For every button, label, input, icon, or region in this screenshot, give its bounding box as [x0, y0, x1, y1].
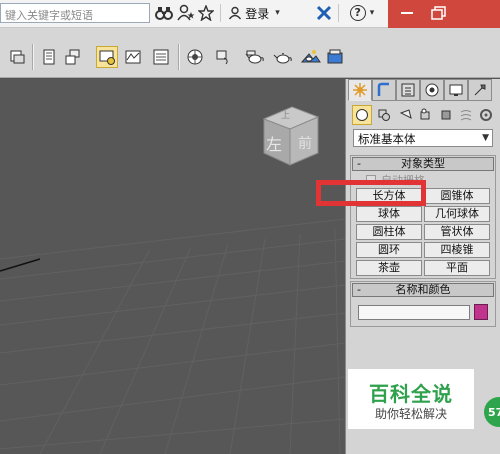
display-tab[interactable] [444, 79, 468, 101]
chevron-down-icon: ▾ [275, 8, 280, 18]
separator [178, 44, 180, 70]
modify-tab[interactable] [372, 79, 396, 101]
watermark-subtitle: 助你轻松解决 [374, 407, 447, 421]
main-toolbar [0, 28, 500, 78]
star-icon[interactable] [196, 3, 216, 23]
search-input[interactable]: 键入关键字或短语 [0, 3, 150, 23]
curve-editor-icon[interactable] [38, 46, 60, 68]
separator [338, 4, 339, 22]
collapse-icon: - [357, 283, 361, 296]
collapse-icon: - [357, 157, 361, 170]
separator [32, 44, 34, 70]
primitive-type-value: 标准基本体 [358, 132, 416, 146]
window-controls [388, 0, 500, 28]
create-tab[interactable] [348, 79, 372, 101]
geometry-icon[interactable] [352, 105, 372, 125]
object-type-header[interactable]: - 对象类型 [352, 157, 494, 171]
object-name-field[interactable] [358, 305, 470, 320]
minimize-icon[interactable] [396, 4, 418, 22]
login-label: 登录 [245, 6, 270, 21]
pyramid-button[interactable]: 四棱锥 [424, 242, 490, 258]
watermark-logo: 百科全说 助你轻松解决 [348, 369, 474, 429]
object-color-swatch[interactable] [474, 304, 488, 320]
systems-icon[interactable] [476, 105, 496, 125]
watermark-title: 百科全说 [369, 382, 453, 406]
space-warps-icon[interactable] [456, 105, 476, 125]
help-icon: ? [349, 5, 366, 21]
shapes-icon[interactable] [374, 105, 394, 125]
lights-icon[interactable] [396, 105, 416, 125]
render-icon[interactable] [184, 46, 206, 68]
tube-button[interactable]: 管状体 [424, 224, 490, 240]
primitive-type-select[interactable]: 标准基本体 ▼ [353, 129, 493, 147]
viewcube-front-label: 前 [298, 136, 312, 152]
torus-button[interactable]: 圆环 [356, 242, 422, 258]
teapot-button[interactable]: 茶壶 [356, 260, 422, 276]
geosphere-button[interactable]: 几何球体 [424, 206, 490, 222]
chevron-down-icon: ▼ [482, 133, 489, 143]
schematic-icon[interactable] [62, 46, 84, 68]
render-production-icon[interactable] [212, 46, 234, 68]
viewcube-top-label: 上 [281, 111, 291, 121]
plane-button[interactable]: 平面 [424, 260, 490, 276]
name-color-header[interactable]: - 名称和颜色 [352, 283, 494, 297]
maximize-icon[interactable] [428, 4, 450, 22]
name-color-title: 名称和颜色 [395, 283, 451, 296]
motion-tab[interactable] [420, 79, 444, 101]
object-type-title: 对象类型 [401, 157, 445, 170]
title-bar: 键入关键字或短语 登录 ▾ ? ▾ [0, 0, 500, 28]
rendered-frame-icon[interactable] [150, 46, 172, 68]
teapot-icon[interactable] [244, 46, 266, 68]
chevron-down-icon: ▾ [369, 8, 375, 18]
cylinder-button[interactable]: 圆柱体 [356, 224, 422, 240]
hierarchy-tab[interactable] [396, 79, 420, 101]
sphere-button[interactable]: 球体 [356, 206, 422, 222]
login-button[interactable]: 登录 ▾ [224, 3, 284, 23]
render-iterative-icon[interactable] [324, 46, 346, 68]
helpers-icon[interactable] [436, 105, 456, 125]
star-person-icon[interactable] [176, 3, 196, 23]
highlight-annotation [316, 180, 426, 206]
render-setup-icon[interactable] [122, 46, 144, 68]
cone-button[interactable]: 圆锥体 [424, 188, 490, 204]
exchange-x-icon[interactable] [314, 3, 334, 23]
layers-icon[interactable] [6, 46, 28, 68]
user-icon [229, 6, 242, 20]
material-editor-icon[interactable] [96, 46, 118, 68]
cameras-icon[interactable] [416, 105, 436, 125]
viewcube-left-label: 左 [266, 135, 283, 154]
teapot-icon[interactable] [272, 46, 294, 68]
utilities-tab[interactable] [468, 79, 492, 101]
separator [220, 4, 221, 22]
environment-icon[interactable] [300, 46, 322, 68]
viewcube[interactable]: 上 左 前 [254, 101, 328, 171]
perspective-viewport[interactable]: 上 左 前 [0, 79, 345, 454]
help-button[interactable]: ? ▾ [344, 3, 380, 23]
binoculars-icon[interactable] [154, 3, 174, 23]
